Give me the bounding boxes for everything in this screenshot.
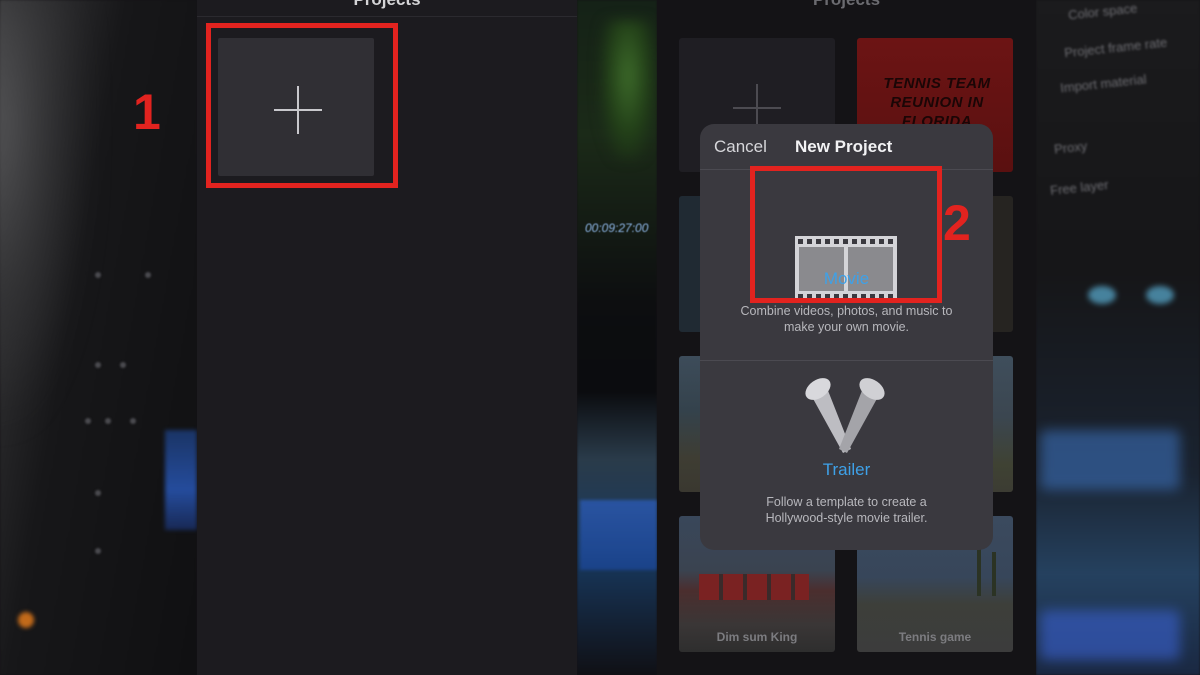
background-right-panel	[1036, 0, 1200, 675]
background-dot	[95, 490, 101, 496]
highlight-box-step-1	[206, 23, 398, 188]
background-timeline	[580, 500, 657, 570]
background-weather-icon	[18, 612, 34, 628]
page-title: Projects	[657, 0, 1036, 10]
background-glow	[0, 0, 80, 420]
project-caption: Dim sum King	[716, 630, 798, 644]
trailer-label: Trailer	[822, 460, 871, 479]
palm-tree-image	[992, 552, 996, 596]
background-toggle	[1146, 286, 1174, 304]
background-toggle	[1088, 286, 1116, 304]
background-dot	[145, 272, 151, 278]
cancel-button[interactable]: Cancel	[714, 137, 767, 157]
background-dot	[95, 362, 101, 368]
dialog-header: Cancel New Project	[700, 124, 993, 170]
background-panel	[1040, 610, 1180, 660]
background-dot	[120, 362, 126, 368]
background-dot	[130, 418, 136, 424]
trailer-option[interactable]: Trailer Follow a template to create a Ho…	[700, 361, 993, 550]
background-timeline	[165, 430, 197, 530]
highlight-box-step-2	[750, 166, 942, 303]
trailer-description: Follow a template to create a Hollywood-…	[765, 495, 928, 525]
background-panel	[1040, 430, 1180, 490]
projects-screen-right: Projects TENNIS TEAM REUNION IN FLORIDA …	[657, 0, 1036, 675]
background-plant	[600, 20, 656, 160]
step-2-label: 2	[943, 195, 971, 251]
project-title-art: TENNIS TEAM REUNION IN FLORIDA	[883, 75, 991, 130]
page-title: Projects	[197, 0, 577, 10]
movie-description: Combine videos, photos, and music to mak…	[740, 304, 953, 334]
storefront-image	[699, 574, 809, 600]
background-dot	[95, 548, 101, 554]
palm-tree-image	[977, 546, 981, 596]
background-dot	[105, 418, 111, 424]
projects-header: Projects	[197, 0, 577, 17]
background-dot	[95, 272, 101, 278]
spotlights-icon	[805, 378, 885, 453]
background-timecode: 00:09:27:00	[585, 221, 649, 235]
background-dot	[85, 418, 91, 424]
step-1-label: 1	[133, 84, 161, 140]
dialog-title: New Project	[795, 137, 893, 156]
project-caption: Tennis game	[898, 630, 972, 644]
projects-screen-left: Projects	[197, 0, 577, 675]
